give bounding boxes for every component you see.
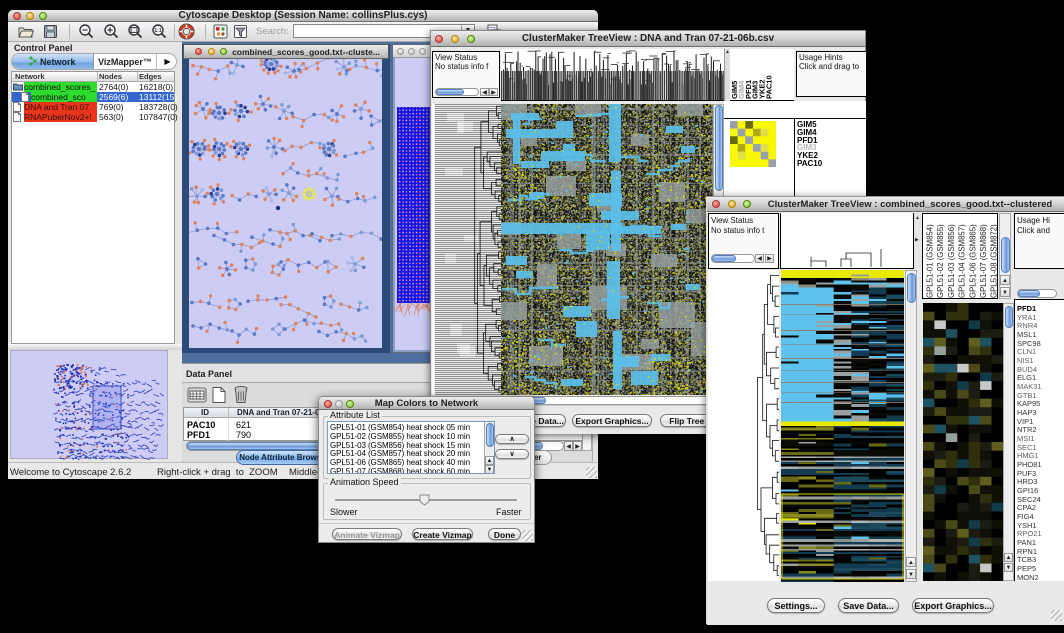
svg-text:GPL51-04 (GSM857): GPL51-04 (GSM857) — [958, 224, 967, 298]
svg-text:GPL51-02 (GSM855): GPL51-02 (GSM855) — [936, 224, 945, 298]
svg-text:GPL51-01 (GSM854): GPL51-01 (GSM854) — [926, 224, 935, 298]
svg-text:GPL51-03 (GSM856): GPL51-03 (GSM856) — [947, 224, 956, 298]
svg-text:1:1: 1:1 — [154, 28, 161, 34]
svg-text:GPL51-07 (GSM868): GPL51-07 (GSM868) — [979, 224, 988, 298]
svg-text:GPL51-06 (GSM865): GPL51-06 (GSM865) — [968, 224, 977, 298]
svg-text:GPL51-08 (GSM872): GPL51-08 (GSM872) — [990, 224, 998, 298]
svg-text:PAC10: PAC10 — [765, 75, 774, 99]
